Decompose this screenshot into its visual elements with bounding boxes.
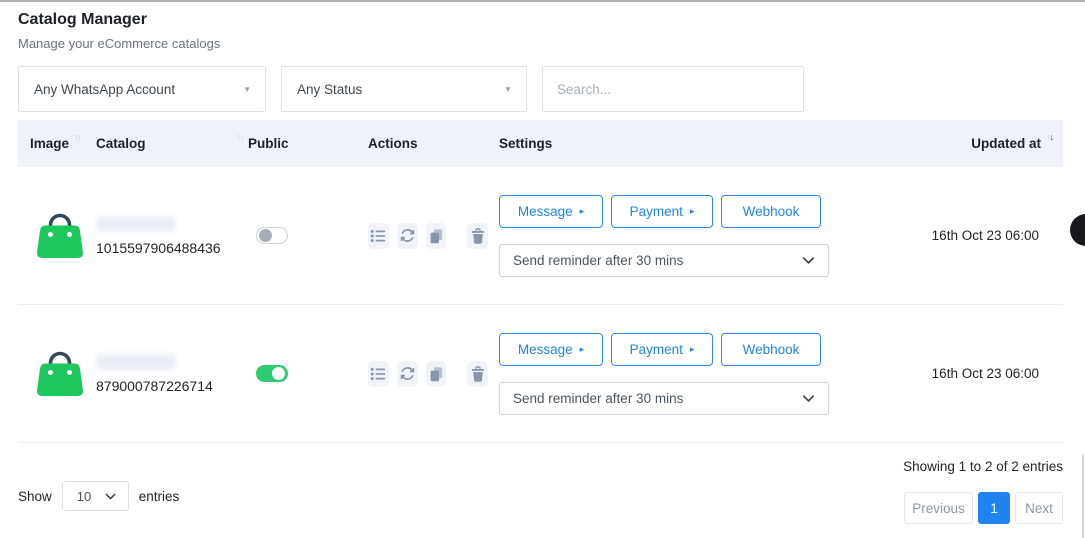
caret-right-icon: ▸ bbox=[690, 345, 695, 354]
public-toggle[interactable] bbox=[256, 365, 288, 382]
filter-bar: Any WhatsApp Account ▼ Any Status ▼ bbox=[18, 66, 1063, 112]
duplicate-button[interactable] bbox=[426, 223, 447, 249]
shopping-bag-icon bbox=[35, 206, 85, 260]
page-size-select[interactable]: 10 bbox=[62, 481, 129, 511]
current-page-button[interactable]: 1 bbox=[978, 492, 1010, 524]
list-icon bbox=[370, 228, 386, 244]
column-header-settings: Settings bbox=[488, 136, 850, 151]
catalog-name-redacted bbox=[96, 216, 176, 232]
catalog-manager-page: Catalog Manager Manage your eCommerce ca… bbox=[0, 0, 1085, 524]
sort-icon[interactable]: ↑↓ bbox=[74, 132, 81, 142]
window-top-edge bbox=[0, 0, 1085, 2]
webhook-button[interactable]: Webhook bbox=[721, 195, 821, 228]
catalog-id: 879000787226714 bbox=[96, 378, 248, 394]
column-header-updated-at[interactable]: Updated at ↑↓ bbox=[850, 136, 1063, 151]
show-label: Show bbox=[18, 489, 52, 504]
reminder-select[interactable]: Send reminder after 30 mins bbox=[499, 244, 829, 277]
toggle-knob bbox=[259, 229, 272, 242]
caret-right-icon: ▸ bbox=[580, 345, 585, 354]
reminder-selected-value: Send reminder after 30 mins bbox=[513, 391, 683, 406]
copy-icon bbox=[428, 228, 444, 244]
trash-icon bbox=[470, 366, 486, 382]
table-row: 879000787226714 Message▸ Payment▸ Webhoo… bbox=[18, 305, 1063, 443]
next-page-button[interactable]: Next bbox=[1015, 492, 1063, 524]
scrollbar[interactable] bbox=[1082, 455, 1084, 538]
delete-button[interactable] bbox=[467, 361, 488, 387]
caret-right-icon: ▸ bbox=[690, 207, 695, 216]
column-header-public: Public bbox=[248, 136, 368, 151]
toggle-knob bbox=[272, 367, 285, 380]
payment-button[interactable]: Payment▸ bbox=[611, 333, 713, 366]
chevron-down-icon bbox=[103, 489, 118, 504]
list-icon bbox=[370, 366, 386, 382]
status-selected-value: Any Status bbox=[297, 82, 362, 97]
whatsapp-account-select[interactable]: Any WhatsApp Account ▼ bbox=[18, 66, 266, 112]
dropdown-caret-icon: ▼ bbox=[504, 85, 512, 94]
payment-button[interactable]: Payment▸ bbox=[611, 195, 713, 228]
previous-page-button[interactable]: Previous bbox=[904, 492, 973, 524]
status-select[interactable]: Any Status ▼ bbox=[281, 66, 527, 112]
message-button[interactable]: Message▸ bbox=[499, 333, 603, 366]
updated-at-value: 16th Oct 23 06:00 bbox=[932, 228, 1039, 243]
chevron-down-icon bbox=[800, 390, 817, 407]
copy-icon bbox=[428, 366, 444, 382]
column-header-image[interactable]: Image ↑↓ bbox=[18, 136, 96, 151]
page-subtitle: Manage your eCommerce catalogs bbox=[18, 36, 1063, 51]
page-size-value: 10 bbox=[77, 489, 91, 504]
table-header-row: Image ↑↓ Catalog ↑↓ Public Actions Setti… bbox=[18, 120, 1063, 167]
whatsapp-account-selected-value: Any WhatsApp Account bbox=[34, 82, 175, 97]
catalog-id: 1015597906488436 bbox=[96, 240, 248, 256]
list-items-button[interactable] bbox=[368, 361, 389, 387]
sync-button[interactable] bbox=[397, 361, 418, 387]
delete-button[interactable] bbox=[467, 223, 488, 249]
table-footer: Show 10 entries Showing 1 to 2 of 2 entr… bbox=[18, 459, 1063, 524]
column-header-actions: Actions bbox=[368, 136, 488, 151]
catalogs-table: Image ↑↓ Catalog ↑↓ Public Actions Setti… bbox=[18, 120, 1063, 443]
reminder-selected-value: Send reminder after 30 mins bbox=[513, 253, 683, 268]
table-row: 1015597906488436 Message▸ Payment▸ Webho… bbox=[18, 167, 1063, 305]
reminder-select[interactable]: Send reminder after 30 mins bbox=[499, 382, 829, 415]
list-items-button[interactable] bbox=[368, 223, 389, 249]
sync-button[interactable] bbox=[397, 223, 418, 249]
webhook-button[interactable]: Webhook bbox=[721, 333, 821, 366]
shopping-bag-icon bbox=[35, 344, 85, 398]
entries-label: entries bbox=[139, 489, 180, 504]
sync-icon bbox=[400, 228, 415, 243]
chevron-down-icon bbox=[800, 252, 817, 269]
sync-icon bbox=[400, 366, 415, 381]
updated-at-value: 16th Oct 23 06:00 bbox=[932, 366, 1039, 381]
message-button[interactable]: Message▸ bbox=[499, 195, 603, 228]
sort-icon[interactable]: ↑↓ bbox=[1046, 132, 1053, 142]
showing-entries-text: Showing 1 to 2 of 2 entries bbox=[903, 459, 1063, 474]
column-header-catalog[interactable]: Catalog ↑↓ bbox=[96, 136, 248, 151]
caret-right-icon: ▸ bbox=[580, 207, 585, 216]
page-title: Catalog Manager bbox=[18, 10, 1063, 30]
pagination: Previous 1 Next bbox=[904, 492, 1063, 524]
trash-icon bbox=[470, 228, 486, 244]
catalog-name-redacted bbox=[96, 354, 176, 370]
search-input[interactable] bbox=[542, 66, 804, 112]
sort-icon[interactable]: ↑↓ bbox=[237, 132, 244, 142]
duplicate-button[interactable] bbox=[426, 361, 447, 387]
public-toggle[interactable] bbox=[256, 227, 288, 244]
dropdown-caret-icon: ▼ bbox=[243, 85, 251, 94]
